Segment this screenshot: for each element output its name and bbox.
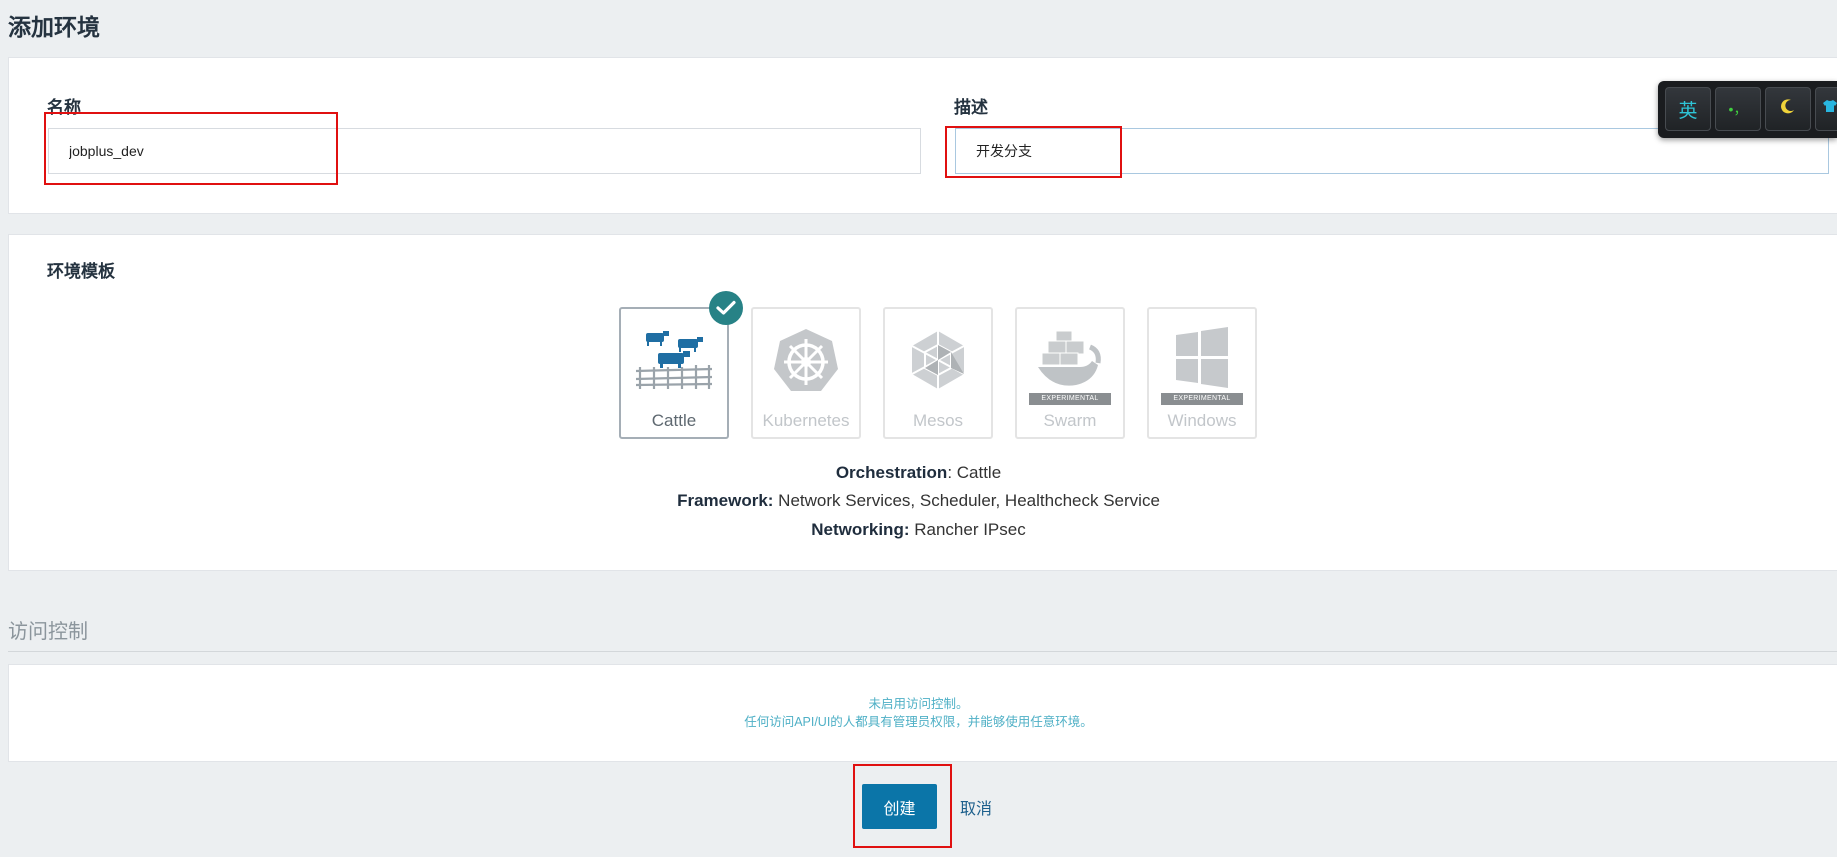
ime-moon-button[interactable] bbox=[1765, 87, 1811, 131]
orchestration-info: Orchestration: Cattle bbox=[0, 463, 1837, 483]
kubernetes-icon bbox=[753, 327, 859, 407]
networking-value: Rancher IPsec bbox=[909, 520, 1026, 539]
template-option-windows[interactable]: EXPERIMENTAL Windows bbox=[1147, 307, 1257, 439]
orchestration-label: Orchestration bbox=[835, 463, 948, 482]
selected-check-icon bbox=[709, 291, 743, 325]
template-label-mesos: Mesos bbox=[912, 411, 964, 430]
page-title: 添加环境 bbox=[8, 14, 100, 40]
ime-toolbar: 英 •， bbox=[1658, 81, 1837, 138]
ime-punctuation-button[interactable]: •， bbox=[1715, 87, 1761, 131]
swarm-experimental-badge: EXPERIMENTAL bbox=[1029, 393, 1111, 405]
cattle-icon bbox=[621, 327, 727, 407]
framework-label: Framework: bbox=[677, 491, 774, 510]
networking-info: Networking: Rancher IPsec bbox=[0, 520, 1837, 540]
framework-value: Network Services, Scheduler, Healthcheck… bbox=[773, 491, 1160, 510]
access-disabled-text: 未启用访问控制。 bbox=[868, 697, 969, 711]
mesos-icon bbox=[885, 327, 991, 407]
access-control-title: 访问控制 bbox=[8, 621, 88, 643]
cancel-link[interactable]: 取消 bbox=[960, 795, 992, 819]
windows-experimental-badge: EXPERIMENTAL bbox=[1161, 393, 1243, 405]
shirt-icon bbox=[1822, 98, 1837, 120]
ime-language-label: 英 bbox=[1678, 100, 1698, 122]
moon-icon bbox=[1780, 98, 1796, 120]
access-control-divider bbox=[8, 651, 1837, 652]
name-input[interactable] bbox=[48, 128, 921, 174]
template-label-cattle: Cattle bbox=[651, 411, 697, 430]
template-option-cattle[interactable]: Cattle bbox=[619, 307, 729, 439]
template-title: 环境模板 bbox=[47, 262, 115, 281]
template-label-kubernetes: Kubernetes bbox=[762, 411, 850, 430]
name-label: 名称 bbox=[47, 98, 81, 117]
template-option-swarm[interactable]: EXPERIMENTAL Swarm bbox=[1015, 307, 1125, 439]
ime-language-button[interactable]: 英 bbox=[1665, 87, 1711, 131]
access-warning-text: 任何访问API/UI的人都具有管理员权限，并能够使用任意环境。 bbox=[744, 715, 1093, 729]
template-option-kubernetes[interactable]: Kubernetes bbox=[751, 307, 861, 439]
template-label-windows: Windows bbox=[1167, 411, 1237, 430]
description-label: 描述 bbox=[954, 98, 988, 117]
ime-skin-button[interactable] bbox=[1815, 87, 1837, 131]
template-label-swarm: Swarm bbox=[1043, 411, 1097, 430]
create-button[interactable]: 创建 bbox=[862, 784, 937, 829]
orchestration-value: : Cattle bbox=[947, 463, 1002, 482]
framework-info: Framework: Network Services, Scheduler, … bbox=[0, 491, 1837, 511]
networking-label: Networking: bbox=[811, 520, 910, 539]
template-option-mesos[interactable]: Mesos bbox=[883, 307, 993, 439]
ime-punctuation-label: •， bbox=[1728, 101, 1748, 117]
